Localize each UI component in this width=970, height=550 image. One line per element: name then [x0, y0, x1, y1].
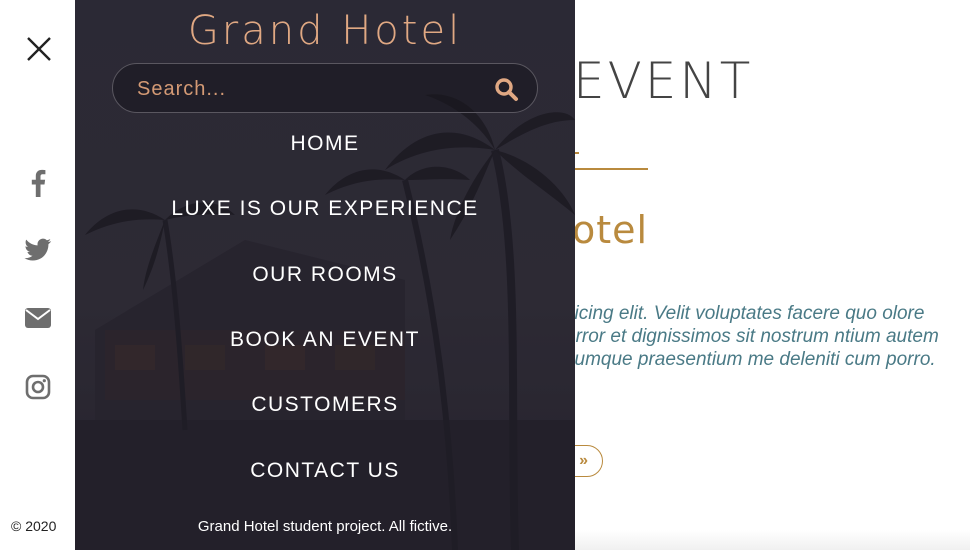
- left-rail: © 2020: [0, 0, 75, 550]
- search-bar: [112, 63, 538, 113]
- background-page: EVENT otel sicing elit. Velit voluptates…: [575, 0, 970, 550]
- menu-footer-text: Grand Hotel student project. All fictive…: [197, 518, 453, 535]
- page-paragraph: sicing elit. Velit voluptates facere quo…: [575, 303, 939, 370]
- nav-item-our-rooms[interactable]: OUR ROOMS: [75, 263, 575, 287]
- overlay-menu: Grand Hotel HOME LUXE IS OUR EXPERIENCE …: [75, 0, 575, 550]
- page-heading: EVENT: [575, 52, 754, 110]
- close-icon[interactable]: [24, 34, 54, 64]
- nav-item-luxe-experience[interactable]: LUXE IS OUR EXPERIENCE: [75, 197, 575, 221]
- facebook-icon[interactable]: [22, 167, 54, 199]
- bottom-fade: [575, 530, 970, 550]
- twitter-icon[interactable]: [22, 234, 54, 266]
- copyright-text: © 2020: [11, 518, 57, 534]
- nav-item-customers[interactable]: CUSTOMERS: [75, 393, 575, 417]
- search-input[interactable]: [135, 74, 469, 104]
- brand-logo-text[interactable]: Grand Hotel: [75, 8, 575, 54]
- search-icon[interactable]: [493, 76, 519, 102]
- nav-item-contact-us[interactable]: CONTACT US: [75, 459, 575, 483]
- nav-item-book-event[interactable]: BOOK AN EVENT: [75, 328, 575, 352]
- instagram-icon[interactable]: [22, 371, 54, 403]
- divider-short: [575, 152, 579, 154]
- divider: [575, 168, 648, 170]
- nav-item-home[interactable]: HOME: [75, 132, 575, 156]
- more-button[interactable]: »: [575, 445, 603, 477]
- page-subheading: otel: [575, 208, 649, 252]
- envelope-icon[interactable]: [22, 302, 54, 334]
